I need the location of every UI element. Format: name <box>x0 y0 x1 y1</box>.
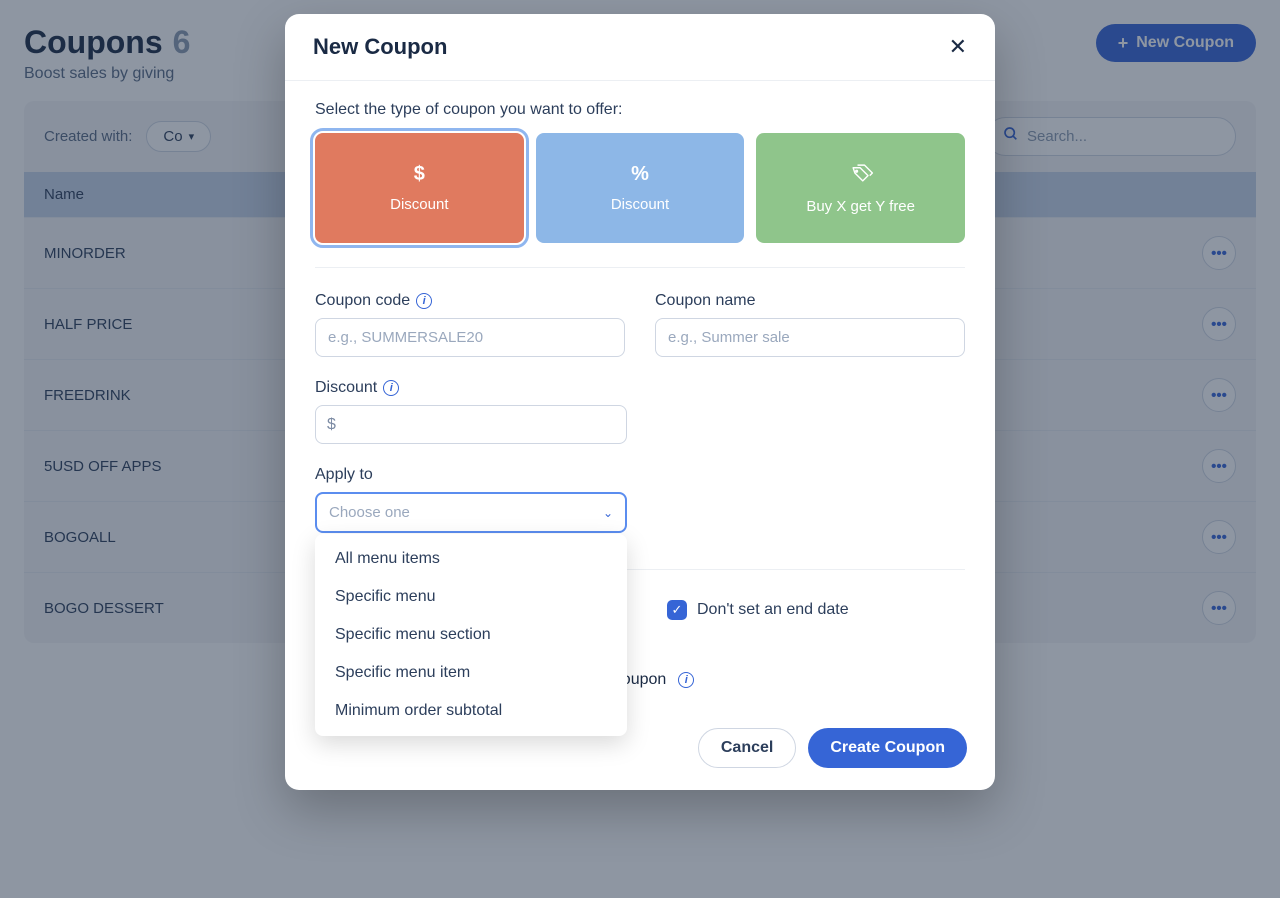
currency-prefix: $ <box>327 416 336 434</box>
apply-to-placeholder: Choose one <box>329 504 410 521</box>
apply-to-select[interactable]: Choose one ⌄ <box>315 492 627 533</box>
info-icon[interactable]: i <box>416 293 432 309</box>
cancel-button[interactable]: Cancel <box>698 728 796 768</box>
discount-label: Discount i <box>315 379 965 397</box>
apply-to-option[interactable]: Specific menu <box>315 578 627 616</box>
apply-to-label: Apply to <box>315 466 965 484</box>
coupon-code-input[interactable] <box>315 318 625 357</box>
no-end-date-label: Don't set an end date <box>697 601 849 619</box>
info-icon[interactable]: i <box>383 380 399 396</box>
coupon-type-dollar[interactable]: $ Discount <box>315 133 524 243</box>
modal-overlay: New Coupon ✕ Select the type of coupon y… <box>0 0 1280 898</box>
tags-icon <box>847 162 875 188</box>
dollar-icon: $ <box>414 163 425 186</box>
apply-to-option[interactable]: Specific menu section <box>315 616 627 654</box>
discount-input[interactable] <box>315 405 627 444</box>
percent-icon: % <box>631 163 649 186</box>
dollar-label: Discount <box>390 196 448 213</box>
coupon-name-input[interactable] <box>655 318 965 357</box>
info-icon[interactable]: i <box>678 672 694 688</box>
apply-to-option[interactable]: All menu items <box>315 540 627 578</box>
coupon-name-label: Coupon name <box>655 292 965 310</box>
type-prompt: Select the type of coupon you want to of… <box>315 101 965 119</box>
new-coupon-modal: New Coupon ✕ Select the type of coupon y… <box>285 14 995 790</box>
bogo-label: Buy X get Y free <box>806 198 915 215</box>
modal-title: New Coupon <box>313 34 447 60</box>
apply-to-option[interactable]: Specific menu item <box>315 654 627 692</box>
create-coupon-button[interactable]: Create Coupon <box>808 728 967 768</box>
close-button[interactable]: ✕ <box>949 36 967 58</box>
percent-label: Discount <box>611 196 669 213</box>
apply-to-dropdown: All menu itemsSpecific menuSpecific menu… <box>315 534 627 736</box>
chevron-down-icon: ⌄ <box>603 506 613 520</box>
no-end-date-checkbox[interactable]: ✓ <box>667 600 687 620</box>
coupon-code-label: Coupon code i <box>315 292 625 310</box>
coupon-type-bogo[interactable]: Buy X get Y free <box>756 133 965 243</box>
close-icon: ✕ <box>949 34 967 59</box>
coupon-type-percent[interactable]: % Discount <box>536 133 745 243</box>
apply-to-option[interactable]: Minimum order subtotal <box>315 692 627 730</box>
